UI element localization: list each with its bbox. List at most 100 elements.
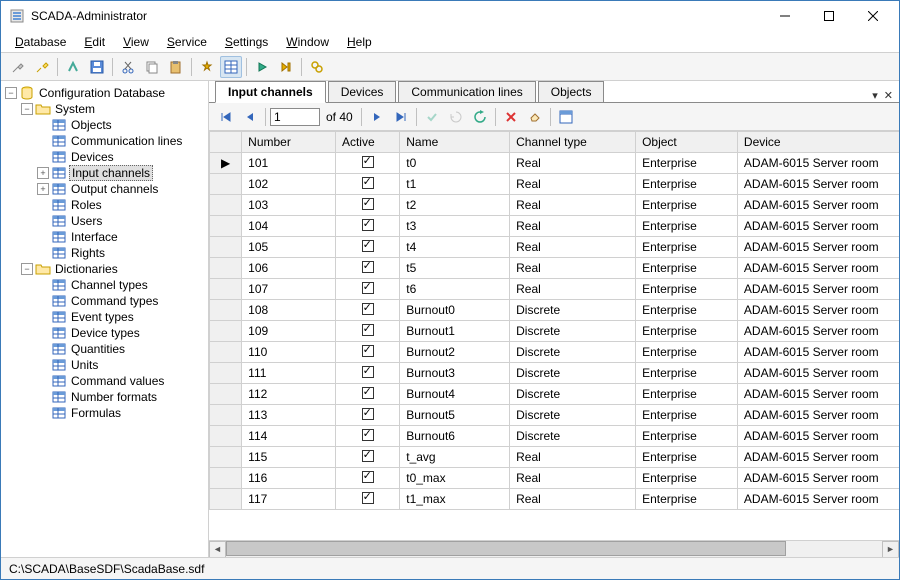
minimize-button[interactable] bbox=[763, 2, 807, 30]
cell-active[interactable] bbox=[335, 279, 399, 300]
cell-device[interactable]: ADAM-6015 Server room bbox=[737, 279, 899, 300]
cell-active[interactable] bbox=[335, 447, 399, 468]
menu-service[interactable]: Service bbox=[159, 33, 215, 51]
tree-item-channel-types[interactable]: Channel types bbox=[37, 277, 208, 293]
menu-database[interactable]: Database bbox=[7, 33, 74, 51]
tree-item-device-types[interactable]: Device types bbox=[37, 325, 208, 341]
copy-button[interactable] bbox=[141, 56, 163, 78]
tree-item-interface[interactable]: Interface bbox=[37, 229, 208, 245]
cell-channel-type[interactable]: Discrete bbox=[510, 426, 636, 447]
column-header-channel-type[interactable]: Channel type bbox=[510, 132, 636, 153]
table-row[interactable]: 116t0_maxRealEnterpriseADAM-6015 Server … bbox=[210, 468, 900, 489]
prev-record-button[interactable] bbox=[239, 106, 261, 128]
cell-name[interactable]: Burnout1 bbox=[400, 321, 510, 342]
clear-button[interactable] bbox=[524, 106, 546, 128]
expand-icon[interactable]: + bbox=[37, 183, 49, 195]
column-header-object[interactable]: Object bbox=[636, 132, 738, 153]
menu-edit[interactable]: Edit bbox=[76, 33, 113, 51]
menu-window[interactable]: Window bbox=[278, 33, 337, 51]
menu-view[interactable]: View bbox=[115, 33, 157, 51]
cell-channel-type[interactable]: Real bbox=[510, 489, 636, 510]
cell-name[interactable]: t6 bbox=[400, 279, 510, 300]
checkbox-icon[interactable] bbox=[362, 303, 374, 315]
record-number-input[interactable] bbox=[270, 108, 320, 126]
cell-channel-type[interactable]: Real bbox=[510, 216, 636, 237]
tree-item-units[interactable]: Units bbox=[37, 357, 208, 373]
cell-object[interactable]: Enterprise bbox=[636, 321, 738, 342]
checkbox-icon[interactable] bbox=[362, 198, 374, 210]
cell-name[interactable]: t2 bbox=[400, 195, 510, 216]
tree-item-users[interactable]: Users bbox=[37, 213, 208, 229]
tree-item-system[interactable]: −System bbox=[21, 101, 208, 117]
checkbox-icon[interactable] bbox=[362, 366, 374, 378]
table-row[interactable]: 108Burnout0DiscreteEnterpriseADAM-6015 S… bbox=[210, 300, 900, 321]
checkbox-icon[interactable] bbox=[362, 345, 374, 357]
settings-button[interactable] bbox=[306, 56, 328, 78]
cell-object[interactable]: Enterprise bbox=[636, 447, 738, 468]
cell-number[interactable]: 112 bbox=[242, 384, 336, 405]
tab-devices[interactable]: Devices bbox=[328, 81, 397, 102]
first-record-button[interactable] bbox=[215, 106, 237, 128]
table-row[interactable]: 112Burnout4DiscreteEnterpriseADAM-6015 S… bbox=[210, 384, 900, 405]
cell-active[interactable] bbox=[335, 153, 399, 174]
table-row[interactable]: 110Burnout2DiscreteEnterpriseADAM-6015 S… bbox=[210, 342, 900, 363]
last-record-button[interactable] bbox=[390, 106, 412, 128]
cell-active[interactable] bbox=[335, 426, 399, 447]
cell-device[interactable]: ADAM-6015 Server room bbox=[737, 216, 899, 237]
cell-object[interactable]: Enterprise bbox=[636, 468, 738, 489]
tree-item-formulas[interactable]: Formulas bbox=[37, 405, 208, 421]
cell-name[interactable]: t0 bbox=[400, 153, 510, 174]
paste-button[interactable] bbox=[165, 56, 187, 78]
cell-number[interactable]: 114 bbox=[242, 426, 336, 447]
scroll-right-button[interactable]: ► bbox=[882, 541, 899, 558]
cell-channel-type[interactable]: Discrete bbox=[510, 342, 636, 363]
checkbox-icon[interactable] bbox=[362, 156, 374, 168]
cell-active[interactable] bbox=[335, 174, 399, 195]
step-button[interactable] bbox=[275, 56, 297, 78]
commit-button[interactable] bbox=[421, 106, 443, 128]
cell-channel-type[interactable]: Real bbox=[510, 237, 636, 258]
cell-number[interactable]: 113 bbox=[242, 405, 336, 426]
cell-number[interactable]: 107 bbox=[242, 279, 336, 300]
pass-button[interactable] bbox=[62, 56, 84, 78]
cell-number[interactable]: 117 bbox=[242, 489, 336, 510]
table-row[interactable]: 107 t6RealEnterpriseADAM-6015 Server room… bbox=[210, 279, 900, 300]
cell-active[interactable] bbox=[335, 258, 399, 279]
cell-channel-type[interactable]: Real bbox=[510, 279, 636, 300]
delete-button[interactable] bbox=[500, 106, 522, 128]
cell-object[interactable]: Enterprise bbox=[636, 153, 738, 174]
cell-channel-type[interactable]: Real bbox=[510, 447, 636, 468]
cell-object[interactable]: Enterprise bbox=[636, 363, 738, 384]
table-row[interactable]: 114Burnout6DiscreteEnterpriseADAM-6015 S… bbox=[210, 426, 900, 447]
cell-device[interactable]: ADAM-6015 Server room bbox=[737, 426, 899, 447]
cell-name[interactable]: t1_max bbox=[400, 489, 510, 510]
cell-object[interactable]: Enterprise bbox=[636, 216, 738, 237]
tree-item-command-values[interactable]: Command values bbox=[37, 373, 208, 389]
tree-item-event-types[interactable]: Event types bbox=[37, 309, 208, 325]
cell-name[interactable]: Burnout4 bbox=[400, 384, 510, 405]
cell-name[interactable]: Burnout2 bbox=[400, 342, 510, 363]
cell-number[interactable]: 106 bbox=[242, 258, 336, 279]
column-header-active[interactable]: Active bbox=[335, 132, 399, 153]
wizard-button[interactable] bbox=[196, 56, 218, 78]
cell-channel-type[interactable]: Real bbox=[510, 195, 636, 216]
cell-name[interactable]: t4 bbox=[400, 237, 510, 258]
collapse-icon[interactable]: − bbox=[21, 103, 33, 115]
cell-device[interactable]: ADAM-6015 Server room bbox=[737, 405, 899, 426]
cell-active[interactable] bbox=[335, 384, 399, 405]
cell-active[interactable] bbox=[335, 237, 399, 258]
cell-name[interactable]: t1 bbox=[400, 174, 510, 195]
table-row[interactable]: ▶101t0RealEnterpriseADAM-6015 Server roo… bbox=[210, 153, 900, 174]
cell-device[interactable]: ADAM-6015 Server room bbox=[737, 489, 899, 510]
tree-item-communication-lines[interactable]: Communication lines bbox=[37, 133, 208, 149]
table-row[interactable]: 103t2RealEnterpriseADAM-6015 Server room… bbox=[210, 195, 900, 216]
checkbox-icon[interactable] bbox=[362, 387, 374, 399]
properties-button[interactable] bbox=[555, 106, 577, 128]
column-header-number[interactable]: Number bbox=[242, 132, 336, 153]
cell-object[interactable]: Enterprise bbox=[636, 279, 738, 300]
cell-device[interactable]: ADAM-6015 Server room bbox=[737, 195, 899, 216]
scroll-left-button[interactable]: ◄ bbox=[209, 541, 226, 558]
checkbox-icon[interactable] bbox=[362, 177, 374, 189]
cell-number[interactable]: 102 bbox=[242, 174, 336, 195]
cell-device[interactable]: ADAM-6015 Server room bbox=[737, 468, 899, 489]
